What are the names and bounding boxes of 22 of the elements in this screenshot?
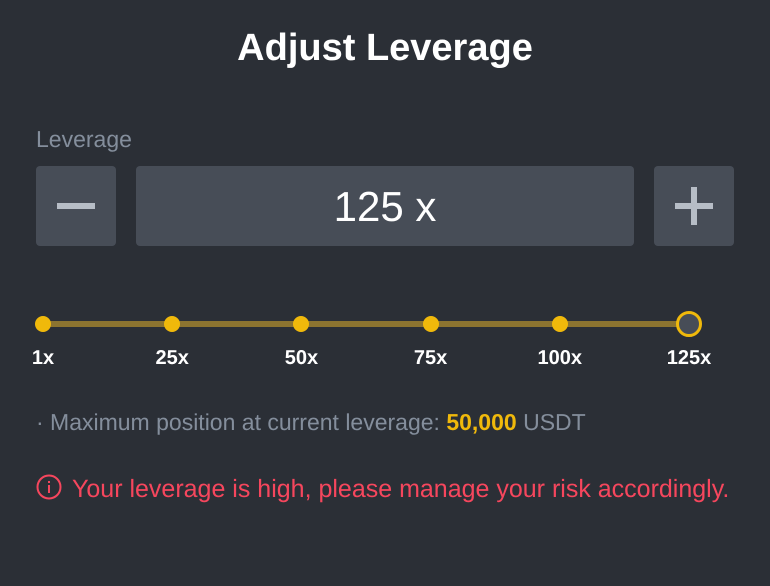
slider-tick[interactable] (293, 316, 310, 332)
tick-label: 125x (666, 346, 712, 370)
tick-label: 1x (32, 346, 54, 370)
slider-tick[interactable] (422, 316, 439, 332)
decrease-button[interactable] (36, 166, 116, 246)
tick-label: 25x (156, 346, 189, 370)
increase-button[interactable] (654, 166, 734, 246)
tick-label: 50x (284, 346, 318, 370)
plus-icon (675, 187, 713, 225)
leverage-input[interactable]: 125 x (136, 166, 634, 246)
minus-icon (57, 203, 95, 209)
slider-tick[interactable] (164, 316, 180, 332)
tick-label: 75x (414, 346, 448, 370)
max-position-text: · Maximum position at current leverage: 50,000 USDT (36, 408, 586, 437)
tick-label: 100x (538, 346, 582, 370)
slider-tick[interactable] (552, 316, 568, 332)
info-icon (36, 474, 62, 500)
leverage-label: Leverage (36, 125, 132, 154)
slider-tick[interactable] (35, 316, 51, 332)
dialog-title: Adjust Leverage (236, 26, 534, 71)
slider-handle[interactable] (676, 311, 702, 337)
warning-text: Your leverage is high, please manage your risk accordingly. (72, 475, 730, 503)
